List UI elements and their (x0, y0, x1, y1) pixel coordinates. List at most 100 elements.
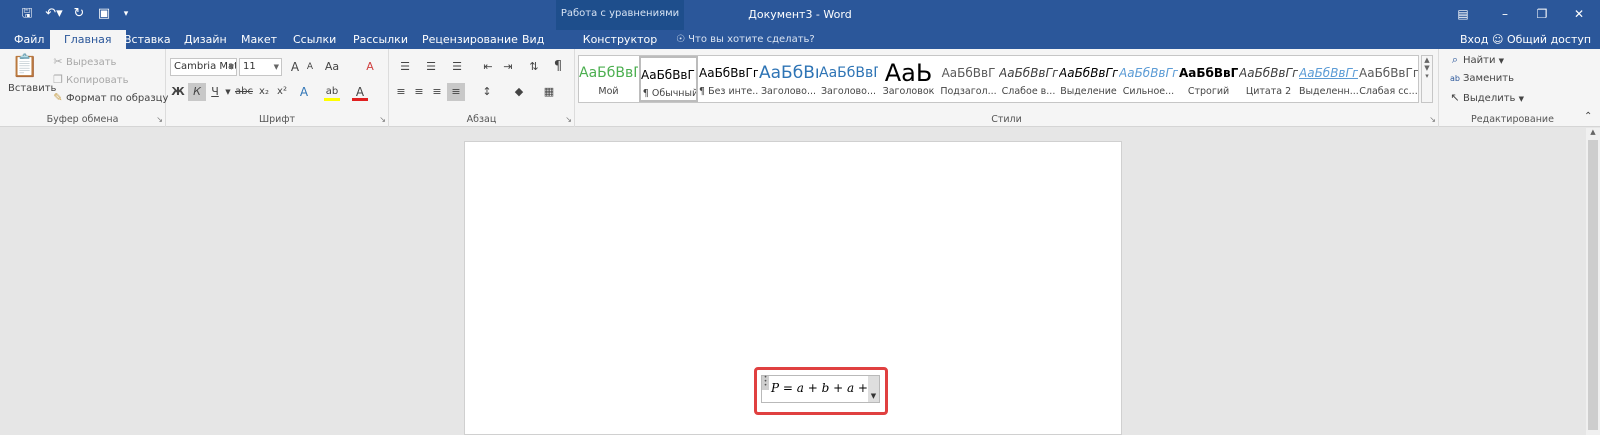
change-case-button[interactable]: Aa (320, 58, 344, 76)
style-item[interactable]: АаБбВвГг Слабое в... (999, 56, 1058, 102)
equation-text[interactable]: P = a + b + a + b (771, 381, 879, 395)
font-group: Cambria Mat ▼ 11 ▼ A A Aa A Ж К Ч ▼ abc x₂… (166, 49, 389, 127)
multilevel-list-icon[interactable]: ☰ (445, 58, 469, 76)
restore-icon[interactable]: ❐ (1527, 4, 1557, 24)
subscript-button[interactable]: x₂ (256, 83, 272, 101)
tab-design[interactable]: Дизайн (184, 30, 227, 49)
increase-indent-icon[interactable]: ⇥ (499, 58, 517, 76)
chevron-down-icon[interactable]: ▼ (224, 83, 232, 101)
italic-button[interactable]: К (188, 83, 206, 101)
dialog-launcher-icon[interactable]: ↘ (565, 115, 572, 124)
paste-button[interactable]: 📋 Вставить (8, 53, 56, 97)
borders-icon[interactable]: ▦ (537, 83, 561, 101)
tab-layout[interactable]: Макет (241, 30, 277, 49)
equation-options-icon[interactable]: ▼ (868, 376, 879, 402)
style-item[interactable]: АаБбВвГ Мой (579, 56, 638, 102)
bullets-icon[interactable]: ☰ (393, 58, 417, 76)
shading-icon[interactable]: ◆ (507, 83, 531, 101)
align-right-icon[interactable]: ≡ (429, 83, 445, 101)
style-name: ¶ Без инте... (699, 86, 758, 97)
chevron-down-icon: ▼ (228, 63, 234, 71)
style-item[interactable]: АаБбВвГг, ¶ Без инте... (699, 56, 758, 102)
shrink-font-button[interactable]: A (304, 58, 316, 76)
customize-icon[interactable]: ▾ (120, 5, 132, 23)
replace-button[interactable]: ab Заменить (1447, 71, 1514, 87)
redo-icon[interactable]: ↻ (70, 5, 88, 23)
style-item[interactable]: АаБбВвГг, ¶ Обычный (639, 56, 698, 102)
highlight-button[interactable]: ab (324, 83, 340, 101)
find-label: Найти (1463, 55, 1496, 66)
strikethrough-button[interactable]: abc (234, 83, 254, 101)
underline-button[interactable]: Ч (208, 83, 222, 101)
style-item[interactable]: АаБбВı Заголово... (759, 56, 818, 102)
tab-constructor[interactable]: Конструктор (556, 30, 684, 49)
equation-move-handle[interactable]: • • • (762, 375, 769, 390)
save-icon[interactable]: 🖫 (18, 5, 36, 23)
style-preview: АаБбВвГ (819, 65, 878, 81)
justify-icon[interactable]: ≡ (447, 83, 465, 101)
style-item[interactable]: АаБбВвГ Подзагол... (939, 56, 998, 102)
person-icon: ☺ (1492, 33, 1507, 46)
ribbon-display-icon[interactable]: ▤ (1448, 4, 1478, 24)
style-preview: АаБбВı (759, 63, 818, 83)
superscript-button[interactable]: x² (274, 83, 290, 101)
scroll-thumb[interactable] (1588, 140, 1598, 430)
tab-file[interactable]: Файл (14, 30, 44, 49)
context-group-title: Работа с уравнениями (560, 8, 680, 19)
dialog-launcher-icon[interactable]: ↘ (379, 115, 386, 124)
style-item[interactable]: АаБбВвГ Заголово... (819, 56, 878, 102)
format-painter-label: Формат по образцу (66, 93, 169, 104)
text-effects-button[interactable]: A (296, 83, 312, 101)
style-item[interactable]: АаБбВвГг Сильное... (1119, 56, 1178, 102)
style-item[interactable]: АаБбВвГг Выделение (1059, 56, 1118, 102)
undo-icon[interactable]: ↶▾ (42, 5, 66, 23)
dialog-launcher-icon[interactable]: ↘ (1429, 115, 1436, 124)
copy-button[interactable]: ❐ Копировать (50, 72, 128, 89)
bold-button[interactable]: Ж (170, 83, 186, 101)
tab-view[interactable]: Вид (522, 30, 544, 49)
collapse-ribbon-icon[interactable]: ⌃ (1584, 109, 1592, 125)
line-spacing-icon[interactable]: ↕ (475, 83, 499, 101)
vertical-scrollbar[interactable]: ▲ (1586, 128, 1600, 435)
grow-font-button[interactable]: A (288, 58, 302, 76)
tab-mailings[interactable]: Рассылки (353, 30, 408, 49)
format-painter-button[interactable]: ✎ Формат по образцу (50, 90, 168, 107)
pilcrow-button[interactable]: ¶ (549, 58, 567, 76)
gallery-scroll[interactable]: ▲ ▼ ▾ (1421, 55, 1433, 103)
find-button[interactable]: ⌕ Найти ▼ (1447, 52, 1504, 69)
minimize-icon[interactable]: – (1490, 4, 1520, 24)
close-icon[interactable]: ✕ (1564, 4, 1594, 24)
select-label: Выделить (1463, 93, 1516, 104)
sort-icon[interactable]: ⇅ (525, 58, 543, 76)
align-center-icon[interactable]: ≡ (411, 83, 427, 101)
clear-format-button[interactable]: A (362, 58, 378, 76)
equation-container[interactable]: • • • P = a + b + a + b ▼ (761, 375, 880, 403)
scroll-up-icon[interactable]: ▲ (1586, 128, 1600, 136)
dialog-launcher-icon[interactable]: ↘ (156, 115, 163, 124)
style-item[interactable]: АаБбВвГг Выделенн... (1299, 56, 1358, 102)
tab-references[interactable]: Ссылки (293, 30, 336, 49)
decrease-indent-icon[interactable]: ⇤ (479, 58, 497, 76)
tab-insert[interactable]: Вставка (124, 30, 171, 49)
tab-review[interactable]: Рецензирование (422, 30, 518, 49)
numbering-icon[interactable]: ☰ (419, 58, 443, 76)
select-button[interactable]: ↖ Выделить ▼ (1447, 90, 1524, 107)
font-name-select[interactable]: Cambria Mat ▼ (170, 58, 237, 76)
style-item[interactable]: АаЬ Заголовок (879, 56, 938, 102)
cut-button[interactable]: ✂ Вырезать (50, 54, 116, 71)
style-item[interactable]: АаБбВвГг, Строгий (1179, 56, 1238, 102)
share-button[interactable]: ☺ Общий доступ (1492, 30, 1591, 49)
styles-gallery: АаБбВвГМойАаБбВвГг,¶ ОбычныйАаБбВвГг,¶ Б… (578, 55, 1419, 103)
font-size-select[interactable]: 11 ▼ (239, 58, 282, 76)
style-item[interactable]: АаБбВвГг Цитата 2 (1239, 56, 1298, 102)
style-item[interactable]: АаБбВвГг, Слабая сс... (1359, 56, 1418, 102)
font-color-button[interactable]: A (352, 83, 368, 101)
sign-in-link[interactable]: Вход (1460, 30, 1488, 49)
font-group-label: Шрифт (258, 114, 296, 125)
copy-icon: ❐ (53, 73, 63, 86)
tell-me-box[interactable]: ☉ Что вы хотите сделать? (676, 30, 815, 49)
tab-home[interactable]: Главная (50, 30, 126, 49)
touch-mode-icon[interactable]: ▣ (94, 5, 114, 23)
style-preview: АаБбВвГг (1299, 66, 1358, 80)
align-left-icon[interactable]: ≡ (393, 83, 409, 101)
